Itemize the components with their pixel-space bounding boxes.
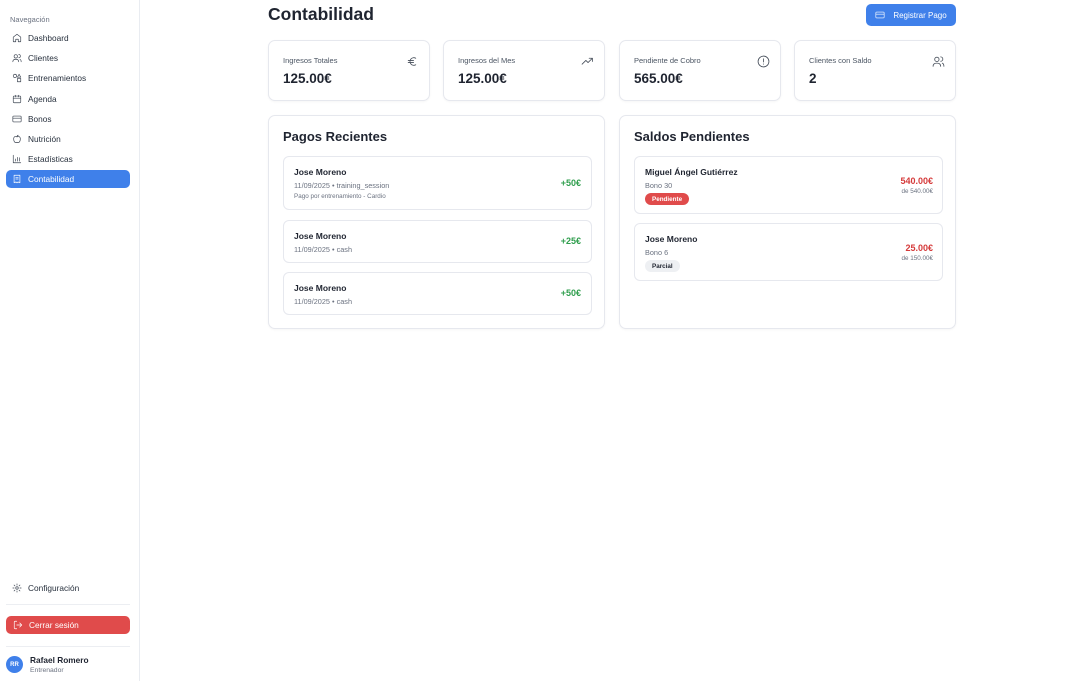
sidebar-item-nutricion[interactable]: Nutrición — [6, 130, 130, 148]
sidebar-item-label: Agenda — [28, 93, 57, 104]
logout-icon — [13, 620, 23, 630]
sidebar-item-agenda[interactable]: Agenda — [6, 90, 130, 108]
status-badge: Parcial — [645, 260, 680, 272]
gear-icon — [12, 583, 22, 593]
balance-total: de 540.00€ — [901, 188, 933, 195]
payment-row[interactable]: Jose Moreno 11/09/2025 • training_sessio… — [283, 156, 592, 210]
stat-value: 2 — [809, 71, 817, 86]
sidebar-item-dashboard[interactable]: Dashboard — [6, 29, 130, 47]
bar-chart-icon — [12, 155, 22, 164]
status-badge: Pendiente — [645, 193, 690, 205]
sidebar-item-label: Dashboard — [28, 33, 69, 43]
balance-row[interactable]: Jose Moreno Bono 6 Parcial 25.00€ de 150… — [634, 223, 943, 281]
nav-list: Dashboard Clientes Entrenamientos Agenda… — [6, 29, 130, 191]
payment-note: Pago por entrenamiento - Cardio — [294, 193, 386, 200]
user-profile[interactable]: RR Rafael Romero Entrenador — [6, 655, 89, 674]
sidebar-item-configuracion[interactable]: Configuración — [6, 579, 130, 597]
sidebar-item-contabilidad[interactable]: Contabilidad — [6, 170, 130, 189]
sidebar-item-estadisticas[interactable]: Estadísticas — [6, 150, 130, 168]
logout-button[interactable]: Cerrar sesión — [6, 616, 130, 634]
nav-heading: Navegación — [10, 15, 50, 24]
sidebar: Navegación Dashboard Clientes Entrenamie… — [0, 0, 140, 681]
payment-row[interactable]: Jose Moreno 11/09/2025 • cash +25€ — [283, 220, 592, 263]
users-icon — [12, 54, 22, 63]
page-title: Contabilidad — [268, 4, 374, 24]
balance-row[interactable]: Miguel Ángel Gutiérrez Bono 30 Pendiente… — [634, 156, 943, 214]
stat-value: 125.00€ — [458, 71, 507, 86]
balance-client-name: Jose Moreno — [645, 234, 698, 244]
balance-total: de 150.00€ — [901, 255, 933, 262]
balance-amount: 540.00€ — [900, 176, 933, 186]
stat-label: Ingresos Totales — [283, 56, 338, 65]
stat-label: Pendiente de Cobro — [634, 56, 701, 65]
calendar-icon — [12, 94, 22, 103]
payment-amount: +50€ — [560, 288, 581, 298]
panel-title: Saldos Pendientes — [634, 129, 750, 144]
receipt-icon — [13, 175, 21, 184]
payment-row[interactable]: Jose Moreno 11/09/2025 • cash +50€ — [283, 272, 592, 315]
balance-bono: Bono 6 — [645, 248, 669, 257]
alert-circle-icon — [757, 55, 770, 68]
register-payment-label: Registrar Pago — [893, 10, 947, 20]
sidebar-item-label: Entrenamientos — [28, 73, 87, 84]
home-icon — [12, 33, 22, 43]
logout-label: Cerrar sesión — [29, 620, 79, 630]
credit-card-icon — [875, 11, 885, 19]
users-icon — [932, 55, 945, 68]
stat-card-clientes-saldo: Clientes con Saldo 2 — [794, 40, 956, 101]
payment-amount: +50€ — [560, 178, 581, 188]
stat-card-ingresos-mes: Ingresos del Mes 125.00€ — [443, 40, 605, 101]
payment-client-name: Jose Moreno — [294, 167, 347, 177]
sidebar-item-clientes[interactable]: Clientes — [6, 49, 130, 67]
sidebar-item-label: Bonos — [28, 113, 52, 124]
credit-card-icon — [12, 115, 22, 122]
shapes-icon — [12, 74, 22, 83]
pending-balances-panel: Saldos Pendientes Miguel Ángel Gutiérrez… — [619, 115, 956, 329]
sidebar-item-bonos[interactable]: Bonos — [6, 110, 130, 128]
apple-icon — [13, 134, 21, 143]
sidebar-item-label: Configuración — [28, 583, 80, 593]
divider — [6, 604, 130, 605]
trending-up-icon — [581, 55, 594, 68]
stat-value: 125.00€ — [283, 71, 332, 86]
sidebar-item-entrenamientos[interactable]: Entrenamientos — [6, 69, 130, 87]
user-role: Entrenador — [30, 667, 64, 674]
sidebar-item-label: Estadísticas — [28, 154, 73, 165]
avatar: RR — [6, 656, 23, 673]
balance-bono: Bono 30 — [645, 181, 673, 190]
balance-client-name: Miguel Ángel Gutiérrez — [645, 167, 738, 177]
divider — [6, 646, 130, 647]
stat-value: 565.00€ — [634, 71, 683, 86]
stat-card-pendiente-cobro: Pendiente de Cobro 565.00€ — [619, 40, 781, 101]
stat-label: Clientes con Saldo — [809, 56, 872, 65]
stat-card-ingresos-totales: Ingresos Totales 125.00€ — [268, 40, 430, 101]
payment-client-name: Jose Moreno — [294, 283, 347, 293]
balance-amount: 25.00€ — [905, 243, 933, 253]
payment-details: 11/09/2025 • cash — [294, 245, 353, 254]
sidebar-item-label: Clientes — [28, 53, 58, 64]
euro-icon — [406, 55, 419, 68]
stat-label: Ingresos del Mes — [458, 56, 516, 65]
payment-amount: +25€ — [560, 236, 581, 246]
payment-details: 11/09/2025 • training_session — [294, 181, 390, 190]
register-payment-button[interactable]: Registrar Pago — [866, 4, 956, 26]
sidebar-item-label: Contabilidad — [28, 174, 75, 185]
sidebar-item-label: Nutrición — [28, 133, 61, 144]
recent-payments-panel: Pagos Recientes Jose Moreno 11/09/2025 •… — [268, 115, 605, 329]
user-name: Rafael Romero — [30, 655, 89, 665]
payment-client-name: Jose Moreno — [294, 231, 347, 241]
payment-details: 11/09/2025 • cash — [294, 297, 353, 306]
panel-title: Pagos Recientes — [283, 129, 388, 144]
